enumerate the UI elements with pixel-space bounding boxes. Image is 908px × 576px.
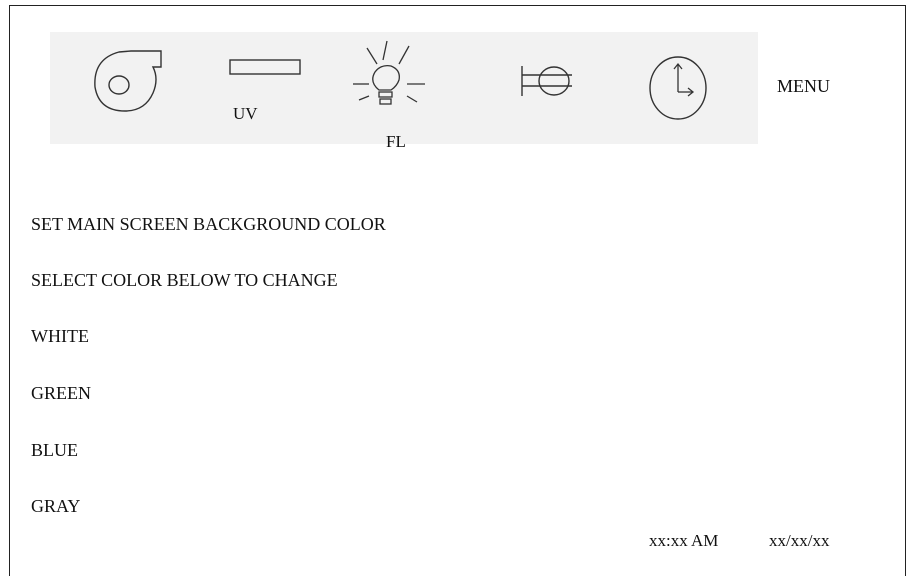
time-display: xx:xx AM xyxy=(649,531,719,550)
light-bulb-icon xyxy=(353,40,425,105)
color-option-green[interactable]: GREEN xyxy=(31,383,91,404)
screen-frame: UV FL MENU SET MAIN SCREEN BACKGROUND CO… xyxy=(9,5,906,576)
color-option-white[interactable]: WHITE xyxy=(31,326,89,347)
menu-button[interactable]: MENU xyxy=(777,76,830,97)
clock-icon xyxy=(649,56,707,120)
blower-fan-icon xyxy=(94,50,162,112)
fluorescent-light-button[interactable] xyxy=(345,38,435,118)
date-display: xx/xx/xx xyxy=(769,531,830,550)
instruction-text: SELECT COLOR BELOW TO CHANGE xyxy=(31,270,338,290)
blower-fan-button[interactable] xyxy=(89,47,169,117)
fl-label: FL xyxy=(386,132,406,151)
color-option-gray[interactable]: GRAY xyxy=(31,496,80,517)
valve-icon xyxy=(521,66,572,96)
uv-label: UV xyxy=(233,104,258,123)
uv-lamp-icon xyxy=(229,59,301,75)
valve-button[interactable] xyxy=(518,62,578,102)
clock-button[interactable] xyxy=(644,48,714,128)
color-option-blue[interactable]: BLUE xyxy=(31,440,78,461)
uv-button[interactable] xyxy=(228,56,302,78)
toolbar: UV FL xyxy=(50,32,758,151)
page-title: SET MAIN SCREEN BACKGROUND COLOR xyxy=(31,214,386,234)
